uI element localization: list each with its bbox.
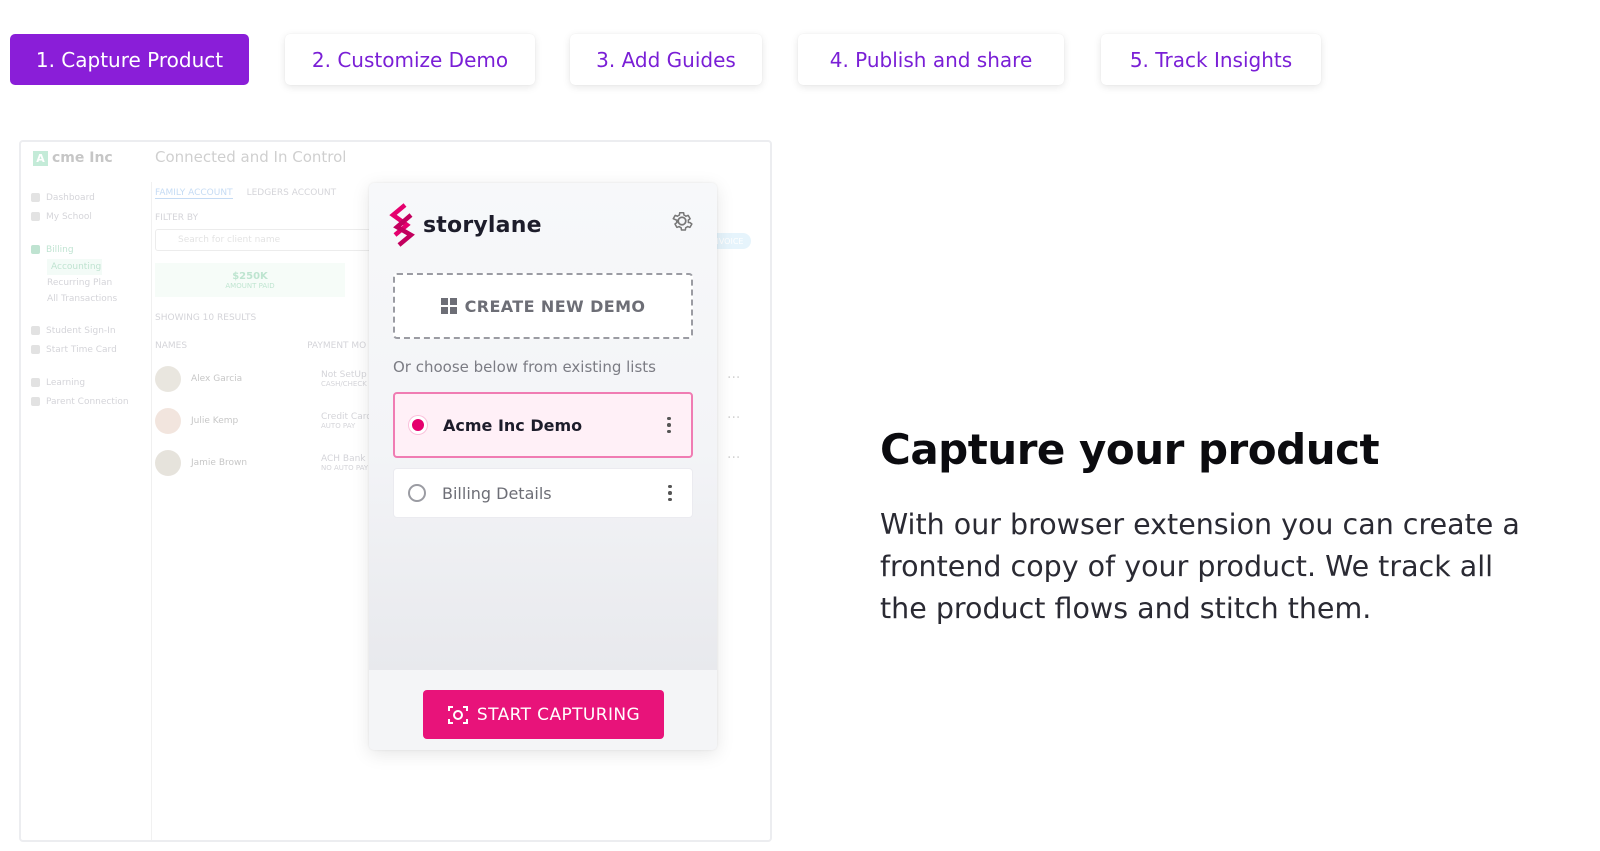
sidebar-item-label: Learning xyxy=(46,377,86,388)
tab-customize-demo[interactable]: 2. Customize Demo xyxy=(285,34,535,85)
storylane-brand-name: storylane xyxy=(423,212,542,238)
sidebar-item-billing: Billing xyxy=(31,240,141,259)
more-options-icon[interactable] xyxy=(660,484,680,502)
storylane-logo: storylane xyxy=(389,203,542,247)
acme-logo: A cme Inc xyxy=(33,150,113,166)
sidebar-item-start-time-card: Start Time Card xyxy=(31,340,141,359)
demo-item-acme-inc[interactable]: Acme Inc Demo xyxy=(393,392,693,458)
sidebar-item-label: Parent Connection xyxy=(46,396,129,407)
demo-item-billing-details[interactable]: Billing Details xyxy=(393,468,693,518)
row-name: Jamie Brown xyxy=(191,458,248,468)
tab-publish-and-share[interactable]: 4. Publish and share xyxy=(798,34,1064,85)
sidebar-divider xyxy=(151,182,152,840)
sidebar-item-learning: Learning xyxy=(31,373,141,392)
start-capturing-button[interactable]: START CAPTURING xyxy=(423,690,664,739)
kpi-label: AMOUNT PAID xyxy=(225,281,275,290)
section-description: With our browser extension you can creat… xyxy=(880,508,1520,625)
demo-item-label: Billing Details xyxy=(442,483,552,503)
extension-body: storylane CREATE NEW DEMO Or choose belo… xyxy=(369,183,717,670)
avatar xyxy=(155,408,181,434)
amount-paid-card: $250K AMOUNT PAID xyxy=(155,263,345,297)
row-payment: Not SetUp xyxy=(321,370,367,380)
sidebar-item-label: Student Sign-In xyxy=(46,325,116,336)
tab-track-insights[interactable]: 5. Track Insights xyxy=(1101,34,1321,85)
billing-icon xyxy=(31,245,40,254)
sidebar-item-dashboard: Dashboard xyxy=(31,188,141,207)
learning-icon xyxy=(31,378,40,387)
row-more-icon: ··· xyxy=(727,450,741,466)
tab-capture-product[interactable]: 1. Capture Product xyxy=(10,34,249,85)
parent-icon xyxy=(31,397,40,406)
app-header-title: Connected and In Control xyxy=(155,148,347,166)
avatar xyxy=(155,366,181,392)
search-placeholder: Search for client name xyxy=(178,235,281,245)
create-new-demo-label: CREATE NEW DEMO xyxy=(464,296,646,316)
acme-logo-mark: A xyxy=(33,150,48,166)
sidebar-item-my-school: My School xyxy=(31,207,141,226)
radio-selected[interactable] xyxy=(409,416,427,434)
row-more-icon: ··· xyxy=(727,410,741,426)
sidebar-item-label: My School xyxy=(46,211,92,222)
sidebar-item-all-transactions: All Transactions xyxy=(47,294,118,304)
client-search-input: Search for client name xyxy=(155,229,405,251)
sidebar-item-label: Dashboard xyxy=(46,192,95,203)
row-payment: ACH Bank xyxy=(321,454,366,464)
dashboard-grid-icon xyxy=(440,298,457,314)
sidebar-item-label: Billing xyxy=(46,244,74,255)
tab-add-guides[interactable]: 3. Add Guides xyxy=(570,34,762,85)
row-payment-sub: CASH/CHECK xyxy=(321,380,367,388)
school-icon xyxy=(31,212,40,221)
avatar xyxy=(155,450,181,476)
tab-ledgers-account: LEDGERS ACCOUNT xyxy=(246,188,337,198)
sidebar-item-label: Start Time Card xyxy=(46,344,117,355)
sidebar-item-student-sign-in: Student Sign-In xyxy=(31,321,141,340)
create-new-demo-button[interactable]: CREATE NEW DEMO xyxy=(393,273,693,339)
capture-icon xyxy=(447,705,468,724)
storylane-extension-panel: storylane CREATE NEW DEMO Or choose belo… xyxy=(369,183,717,750)
row-payment: Credit Card xyxy=(321,412,372,422)
row-more-icon: ··· xyxy=(727,370,741,386)
app-sidebar: Dashboard My School Billing Accounting R… xyxy=(31,188,141,411)
start-capturing-label: START CAPTURING xyxy=(476,704,641,725)
section-headline: Capture your product xyxy=(880,425,1380,474)
sidebar-item-accounting: Accounting xyxy=(47,259,102,275)
storylane-logo-icon xyxy=(389,203,415,247)
gear-icon[interactable] xyxy=(669,208,695,234)
dashboard-icon xyxy=(31,193,40,202)
column-header: NAMES xyxy=(155,341,188,351)
row-name: Alex Garcia xyxy=(191,374,243,384)
acme-logo-text: cme Inc xyxy=(52,150,113,166)
step-tabs: 1. Capture Product 2. Customize Demo 3. … xyxy=(10,34,1321,85)
radio-unselected[interactable] xyxy=(408,484,426,502)
column-header: PAYMENT MO xyxy=(307,341,367,351)
row-payment-sub: NO AUTO PAY xyxy=(321,464,369,472)
sidebar-item-recurring-plan: Recurring Plan xyxy=(47,278,113,288)
kpi-value: $250K xyxy=(232,270,268,282)
clock-icon xyxy=(31,345,40,354)
tab-family-account: FAMILY ACCOUNT xyxy=(155,188,233,199)
row-name: Julie Kemp xyxy=(191,416,239,426)
existing-lists-label: Or choose below from existing lists xyxy=(393,358,656,376)
row-payment-sub: AUTO PAY xyxy=(321,422,356,430)
more-options-icon[interactable] xyxy=(659,416,679,434)
demo-item-label: Acme Inc Demo xyxy=(443,415,583,435)
student-icon xyxy=(31,326,40,335)
extension-footer: START CAPTURING xyxy=(369,670,717,750)
sidebar-item-parent-connection: Parent Connection xyxy=(31,392,141,411)
